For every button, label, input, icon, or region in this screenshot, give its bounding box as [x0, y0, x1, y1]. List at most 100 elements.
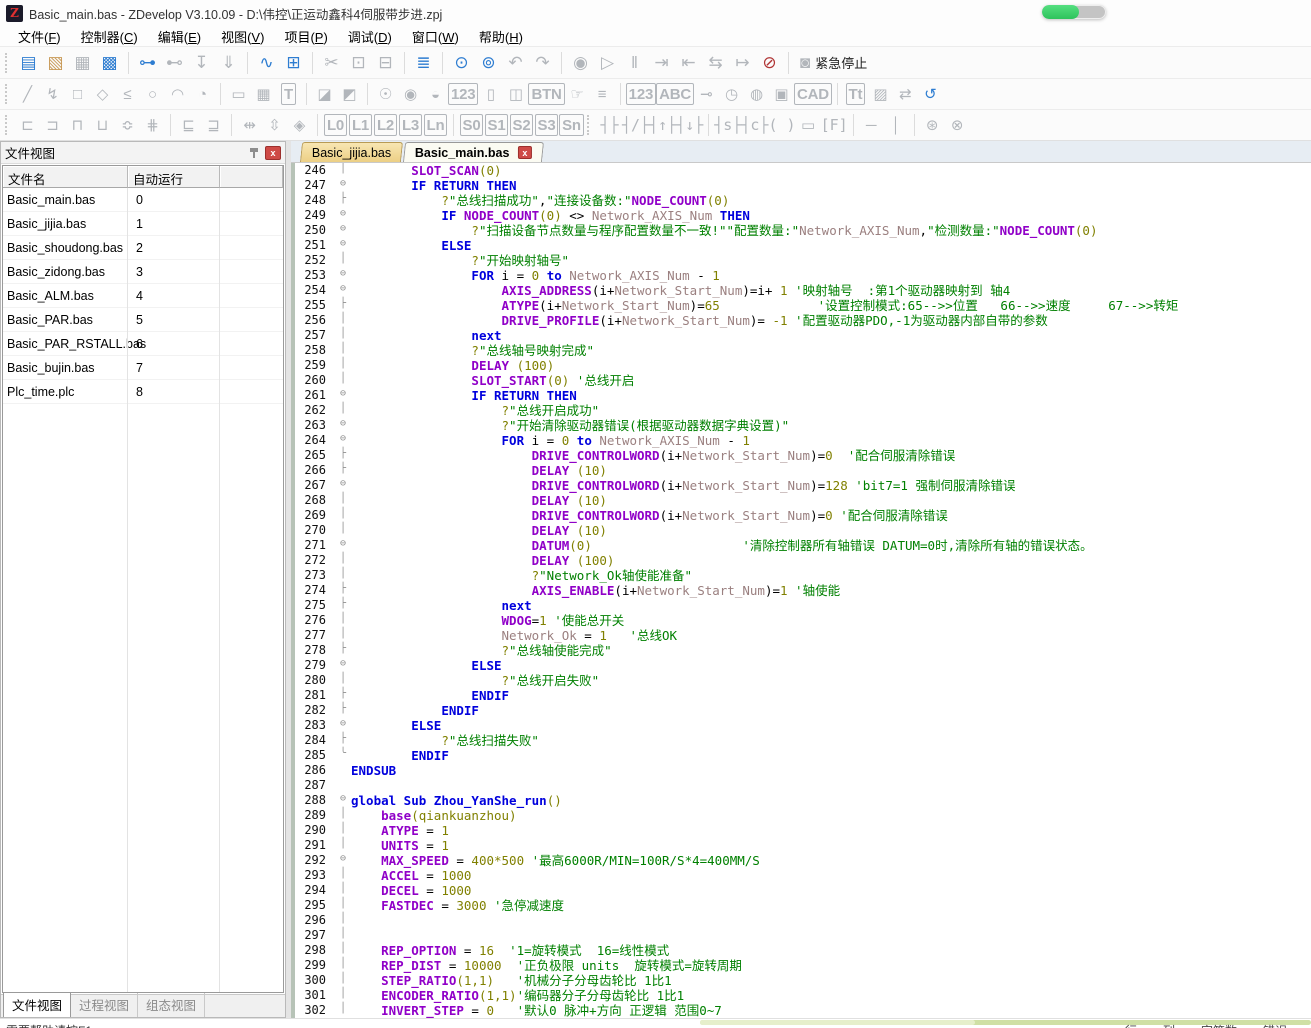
number-input-tool[interactable]: 123 — [626, 82, 656, 106]
step-out-button[interactable]: ⇆ — [702, 50, 729, 76]
fold-marker-icon[interactable]: ⊖ — [335, 178, 351, 193]
cad-tool[interactable]: CAD — [794, 82, 832, 106]
open-file-button[interactable]: ▧ — [42, 50, 69, 76]
panel-tab-1[interactable]: 过程视图 — [71, 993, 138, 1017]
fold-marker-icon[interactable]: ⊖ — [335, 238, 351, 253]
timer-tool[interactable]: ◷ — [719, 82, 744, 106]
connect-controller-button[interactable]: ⊶ — [134, 50, 161, 76]
counter-tool[interactable]: 123 — [448, 82, 478, 106]
ladder-hline-button[interactable]: ─ — [859, 113, 884, 137]
new-file-button[interactable]: ▤ — [15, 50, 42, 76]
file-row[interactable]: Basic_main.bas0 — [3, 188, 283, 212]
panel-tab-0[interactable]: 文件视图 — [3, 992, 71, 1017]
scrollbar-thumb[interactable] — [700, 1020, 975, 1025]
layer-n-button[interactable]: Ln — [423, 113, 448, 137]
text-tool[interactable]: T — [276, 82, 301, 106]
tab-close-button[interactable]: x — [518, 146, 532, 159]
ladder-coil-button[interactable]: ( ) — [768, 113, 795, 137]
ladder-falling-contact-button[interactable]: ┤↓├ — [676, 113, 703, 137]
ladder-set-contact-button[interactable]: ┤s├ — [714, 113, 741, 137]
draw-rect-tool[interactable]: □ — [65, 82, 90, 106]
menu-item-7[interactable]: 帮助(H) — [469, 26, 533, 47]
ladder-delete-button[interactable]: ⊛ — [920, 113, 945, 137]
fold-marker-icon[interactable]: ⊖ — [335, 538, 351, 553]
meter-tool[interactable]: ◒ — [423, 82, 448, 106]
ladder-open-contact-button[interactable]: ┤├ — [597, 113, 622, 137]
ladder-function-button[interactable]: [F] — [821, 113, 848, 137]
copy-button[interactable]: ⊡ — [345, 50, 372, 76]
status-1-button[interactable]: S1 — [484, 113, 509, 137]
fold-marker-icon[interactable]: ⊖ — [335, 418, 351, 433]
cut-button[interactable]: ✂ — [318, 50, 345, 76]
undo-button[interactable]: ↶ — [502, 50, 529, 76]
distribute-vertical-button[interactable]: ⇳ — [262, 113, 287, 137]
hand-tool[interactable]: ↺ — [918, 82, 943, 106]
distribute-horizontal-button[interactable]: ⇹ — [237, 113, 262, 137]
ladder-block-button[interactable]: ▭ — [796, 113, 821, 137]
ladder-reset-contact-button[interactable]: ┤c├ — [741, 113, 768, 137]
same-width-button[interactable]: ⊑ — [176, 113, 201, 137]
switch-tool[interactable]: ▯ — [478, 82, 503, 106]
editor-tab-1[interactable]: Basic_main.basx — [403, 142, 544, 162]
menu-item-0[interactable]: 文件(F) — [8, 26, 71, 47]
oscilloscope-button[interactable]: ∿ — [253, 50, 280, 76]
status-0-button[interactable]: S0 — [459, 113, 484, 137]
column-filename[interactable]: 文件名 — [3, 166, 128, 188]
ladder-delete-branch-button[interactable]: ⊗ — [945, 113, 970, 137]
fold-marker-icon[interactable]: ⊖ — [335, 208, 351, 223]
grid-button[interactable]: ◈ — [287, 113, 312, 137]
list-tool[interactable]: ≡ — [590, 82, 615, 106]
run-button[interactable]: ▷ — [594, 50, 621, 76]
ladder-closed-contact-button[interactable]: ┤/├ — [622, 113, 649, 137]
file-row[interactable]: Basic_PAR_RSTALL.bas6 — [3, 332, 283, 356]
draw-curve-tool[interactable]: ≤ — [115, 82, 140, 106]
same-height-button[interactable]: ⊒ — [201, 113, 226, 137]
pause-button[interactable]: ‖ — [621, 50, 648, 76]
save-all-button[interactable]: ▩ — [96, 50, 123, 76]
center-horizontal-button[interactable]: ≎ — [115, 113, 140, 137]
print-button[interactable]: ≣ — [410, 50, 437, 76]
column-autorun[interactable]: 自动运行 — [128, 166, 220, 188]
draw-pie-tool[interactable]: ◔ — [190, 82, 215, 106]
bus-state-button[interactable]: ⊞ — [280, 50, 307, 76]
save-screen-tool[interactable]: ▣ — [769, 82, 794, 106]
swap-tool[interactable]: ⇄ — [893, 82, 918, 106]
status-2-button[interactable]: S2 — [509, 113, 534, 137]
fold-marker-icon[interactable]: ⊖ — [335, 478, 351, 493]
table-tool[interactable]: ▦ — [251, 82, 276, 106]
ladder-rising-contact-button[interactable]: ┤↑├ — [649, 113, 676, 137]
step-into-button[interactable]: ⇥ — [648, 50, 675, 76]
indicator-tool[interactable]: ◉ — [398, 82, 423, 106]
lamp-tool[interactable]: ☉ — [373, 82, 398, 106]
image-tool[interactable]: ◪ — [312, 82, 337, 106]
text-input-tool[interactable]: ABC — [656, 82, 694, 106]
fold-marker-icon[interactable]: ⊖ — [335, 388, 351, 403]
align-top-button[interactable]: ⊓ — [65, 113, 90, 137]
align-right-button[interactable]: ⊐ — [40, 113, 65, 137]
step-over-button[interactable]: ⇤ — [675, 50, 702, 76]
tile-tool[interactable]: ◫ — [503, 82, 528, 106]
fold-marker-icon[interactable]: ⊖ — [335, 223, 351, 238]
file-row[interactable]: Basic_shoudong.bas2 — [3, 236, 283, 260]
draw-arc-tool[interactable]: ◠ — [165, 82, 190, 106]
emergency-stop-button[interactable]: ◙紧急停止 — [794, 50, 873, 76]
ruler-tool[interactable]: ▭ — [226, 82, 251, 106]
fold-marker-icon[interactable]: ⊖ — [335, 268, 351, 283]
menu-item-1[interactable]: 控制器(C) — [71, 26, 148, 47]
redo-button[interactable]: ↷ — [529, 50, 556, 76]
disconnect-controller-button[interactable]: ⊷ — [161, 50, 188, 76]
fold-marker-icon[interactable]: ⊖ — [335, 718, 351, 733]
find-in-files-button[interactable]: ⊙ — [448, 50, 475, 76]
download-rom-button[interactable]: ⇓ — [215, 50, 242, 76]
button-tool[interactable]: BTN — [528, 82, 564, 106]
editor-tab-0[interactable]: Basic_jijia.bas — [300, 142, 403, 162]
file-row[interactable]: Basic_ALM.bas4 — [3, 284, 283, 308]
draw-circle-tool[interactable]: ○ — [140, 82, 165, 106]
compile-download-button[interactable]: ◉ — [567, 50, 594, 76]
ladder-vline-button[interactable]: │ — [884, 113, 909, 137]
fold-marker-icon[interactable]: ⊖ — [335, 853, 351, 868]
draw-line-tool[interactable]: ╱ — [15, 82, 40, 106]
palette-tool[interactable]: ◍ — [744, 82, 769, 106]
panel-tab-2[interactable]: 组态视图 — [138, 993, 205, 1017]
layer-2-button[interactable]: L2 — [373, 113, 398, 137]
